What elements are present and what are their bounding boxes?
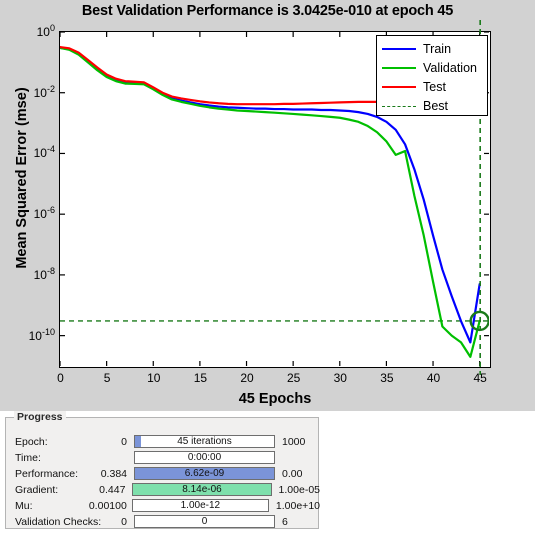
x-tick-label: 5 xyxy=(103,371,111,385)
progress-bar: 1.00e-12 xyxy=(131,499,269,512)
progress-row: Epoch: 0 45 iterations 1000 xyxy=(6,434,320,449)
chart-legend: Train Validation Test Best xyxy=(376,35,488,116)
progress-row-target-value: 1.00e+10 xyxy=(275,499,320,512)
progress-row: Performance: 0.384 6.62e-09 0.00 xyxy=(6,466,320,481)
legend-item-label: Test xyxy=(423,79,446,94)
x-tick-label: 35 xyxy=(380,371,394,385)
training-progress-panel: Progress Epoch: 0 45 iterations 1000 Time: 0:… xyxy=(0,411,535,535)
y-tick-label: 10-4 xyxy=(33,144,55,161)
y-tick-label: 10-10 xyxy=(28,326,55,343)
progress-bar: 8.14e-06 xyxy=(132,483,272,496)
performance-chart-panel: Best Validation Performance is 3.0425e-0… xyxy=(0,0,535,411)
progress-row: Mu: 0.00100 1.00e-12 1.00e+10 xyxy=(6,498,320,513)
progress-row-initial-value: 0.00100 xyxy=(88,499,127,512)
progress-row-label: Mu: xyxy=(15,499,33,512)
progress-bar: 6.62e-09 xyxy=(134,467,275,480)
progress-groupbox-title: Progress xyxy=(14,411,66,423)
progress-row-initial-value: 0.447 xyxy=(99,483,126,496)
x-tick-label: 25 xyxy=(286,371,301,385)
legend-item-train[interactable]: Train xyxy=(377,39,487,58)
y-axis-label: Mean Squared Error (mse) xyxy=(14,87,30,269)
legend-line-icon xyxy=(382,100,416,112)
legend-item-label: Best xyxy=(423,98,449,113)
progress-bar-value: 6.62e-09 xyxy=(184,468,225,479)
legend-item-best[interactable]: Best xyxy=(377,96,487,115)
x-tick-label: 40 xyxy=(426,371,441,385)
legend-item-validation[interactable]: Validation xyxy=(377,58,487,77)
y-tick-label: 100 xyxy=(36,23,55,39)
progress-row-label: Validation Checks: xyxy=(15,515,102,528)
legend-item-label: Validation xyxy=(423,60,477,75)
x-tick-label: 30 xyxy=(333,371,347,385)
progress-row-target-value: 1.00e-05 xyxy=(278,483,320,496)
x-tick-label: 10 xyxy=(147,371,161,385)
progress-bar-value: 0:00:00 xyxy=(187,452,222,463)
progress-bar-value: 8.14e-06 xyxy=(182,484,222,495)
legend-line-icon xyxy=(382,62,416,74)
progress-bar: 0 xyxy=(134,515,275,528)
progress-row: Gradient: 0.447 8.14e-06 1.00e-05 xyxy=(6,482,320,497)
progress-row-initial-value: 0 xyxy=(121,515,127,528)
x-tick-label: 15 xyxy=(193,371,208,385)
progress-row: Validation Checks: 0 0 6 xyxy=(6,514,320,529)
progress-bar-value: 45 iterations xyxy=(177,436,232,447)
x-axis-label: 45 Epochs xyxy=(238,391,312,407)
y-tick-label: 10-6 xyxy=(33,205,55,222)
x-tick-label: 20 xyxy=(240,371,254,385)
progress-row: Time: 0:00:00 xyxy=(6,450,320,465)
progress-bar-value: 1.00e-12 xyxy=(180,500,221,511)
y-tick-label: 10-8 xyxy=(33,265,55,282)
progress-row-label: Gradient: xyxy=(15,483,59,496)
y-tick-label: 10-2 xyxy=(33,83,55,100)
legend-item-label: Train xyxy=(423,41,452,56)
progress-row-label: Performance: xyxy=(15,467,79,480)
legend-line-icon xyxy=(382,81,416,93)
progress-row-label: Time: xyxy=(15,451,41,464)
progress-row-initial-value: 0 xyxy=(121,435,127,448)
progress-bar-value: 0 xyxy=(201,516,208,527)
progress-row-target-value: 0.00 xyxy=(282,467,303,480)
x-tick-label: 0 xyxy=(57,371,64,385)
training-performance-window: Best Validation Performance is 3.0425e-0… xyxy=(0,0,535,535)
progress-row-target-value: 1000 xyxy=(282,435,306,448)
progress-row-initial-value: 0.384 xyxy=(100,467,127,480)
legend-line-icon xyxy=(382,43,416,55)
x-tick-label: 45 xyxy=(473,371,487,385)
progress-groupbox: Progress Epoch: 0 45 iterations 1000 Time: 0:… xyxy=(5,411,320,529)
progress-bar: 45 iterations xyxy=(134,435,275,448)
progress-row-label: Epoch: xyxy=(15,435,48,448)
legend-item-test[interactable]: Test xyxy=(377,77,487,96)
progress-bar: 0:00:00 xyxy=(134,451,275,464)
progress-row-target-value: 6 xyxy=(282,515,288,528)
chart-title: Best Validation Performance is 3.0425e-0… xyxy=(81,3,454,19)
